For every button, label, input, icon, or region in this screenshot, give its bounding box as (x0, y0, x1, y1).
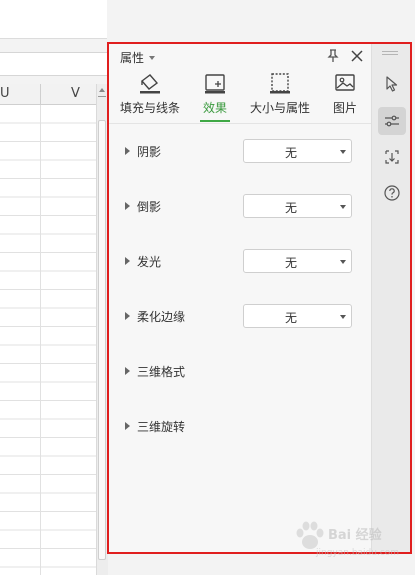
close-icon[interactable] (349, 48, 365, 64)
chevron-down-icon (340, 260, 346, 264)
pin-icon[interactable] (325, 48, 341, 64)
expand-caret-icon[interactable] (125, 422, 130, 430)
select-cursor-icon (386, 76, 398, 92)
tab-fill-line[interactable]: 填充与线条 (119, 72, 181, 122)
chevron-down-icon (340, 205, 346, 209)
column-header-row: U V (0, 84, 96, 105)
scrollbar-thumb[interactable] (98, 120, 106, 560)
scroll-divider (98, 96, 106, 97)
tab-label: 图片 (332, 101, 357, 115)
reflection-row: 倒影 无 (121, 194, 361, 218)
expand-caret-icon[interactable] (125, 312, 130, 320)
right-toolbar (371, 44, 410, 552)
properties-panel-content: 属性 填充与线条 效果 大小与属性 图片 阴影 无 倒影 无 发光 无 柔化边缘… (109, 44, 371, 552)
select-value: 无 (284, 146, 297, 160)
active-tab-indicator (200, 120, 230, 122)
picture-icon (335, 74, 355, 91)
expand-caret-icon[interactable] (125, 202, 130, 210)
watermark: Bai 经验 jingyan.baidu.com (288, 518, 400, 566)
tab-label: 效果 (202, 101, 227, 115)
chevron-down-icon (340, 315, 346, 319)
help-button[interactable] (378, 179, 406, 207)
grid-column-line (40, 105, 41, 575)
properties-panel: 属性 填充与线条 效果 大小与属性 图片 阴影 无 倒影 无 发光 无 柔化边缘… (107, 42, 412, 554)
size-properties-icon (270, 73, 290, 94)
column-header-v[interactable]: V (71, 86, 80, 101)
help-icon (384, 185, 400, 201)
cell-grid[interactable] (0, 105, 96, 575)
reflection-label[interactable]: 倒影 (137, 198, 161, 215)
select-button[interactable] (378, 70, 406, 98)
soft-edges-label[interactable]: 柔化边缘 (137, 308, 185, 325)
tab-picture[interactable]: 图片 (327, 72, 363, 122)
select-value: 无 (284, 311, 297, 325)
transform-icon (385, 150, 399, 164)
3d-rotation-row[interactable]: 三维旋转 (121, 414, 361, 438)
soft-edges-row: 柔化边缘 无 (121, 304, 361, 328)
transform-button[interactable] (378, 143, 406, 171)
tab-size-properties[interactable]: 大小与属性 (249, 72, 311, 122)
tab-divider (109, 123, 371, 124)
glow-row: 发光 无 (121, 249, 361, 273)
tab-effects[interactable]: 效果 (193, 72, 237, 122)
shadow-select[interactable]: 无 (243, 139, 352, 163)
chevron-down-icon (340, 150, 346, 154)
formula-bar[interactable] (0, 52, 107, 76)
select-value: 无 (284, 256, 297, 270)
sheet-toolbar-area (0, 0, 107, 39)
soft-edges-select[interactable]: 无 (243, 304, 352, 328)
shadow-label[interactable]: 阴影 (137, 143, 161, 160)
expand-caret-icon[interactable] (125, 367, 130, 375)
tab-label: 大小与属性 (249, 101, 310, 115)
expand-caret-icon[interactable] (125, 257, 130, 265)
column-divider (40, 84, 41, 104)
shadow-row: 阴影 无 (121, 139, 361, 163)
glow-select[interactable]: 无 (243, 249, 352, 273)
tab-label: 填充与线条 (119, 101, 180, 115)
expand-caret-icon[interactable] (125, 147, 130, 155)
drag-grip-icon[interactable] (381, 50, 399, 56)
3d-format-label[interactable]: 三维格式 (137, 363, 185, 380)
watermark-url: jingyan.baidu.com (316, 548, 400, 558)
column-header-u[interactable]: U (0, 86, 10, 101)
glow-label[interactable]: 发光 (137, 253, 161, 270)
3d-rotation-label[interactable]: 三维旋转 (137, 418, 185, 435)
scroll-up-arrow-icon[interactable] (99, 88, 105, 92)
fill-bucket-icon (140, 74, 160, 94)
property-sliders-icon (385, 115, 399, 127)
select-value: 无 (284, 201, 297, 215)
watermark-text: Bai 经验 (328, 528, 382, 543)
3d-format-row[interactable]: 三维格式 (121, 359, 361, 383)
panel-title[interactable]: 属性 (120, 49, 144, 66)
effects-icon (205, 74, 225, 94)
reflection-select[interactable]: 无 (243, 194, 352, 218)
property-settings-button[interactable] (378, 107, 406, 135)
panel-title-dropdown-icon[interactable] (149, 56, 155, 60)
